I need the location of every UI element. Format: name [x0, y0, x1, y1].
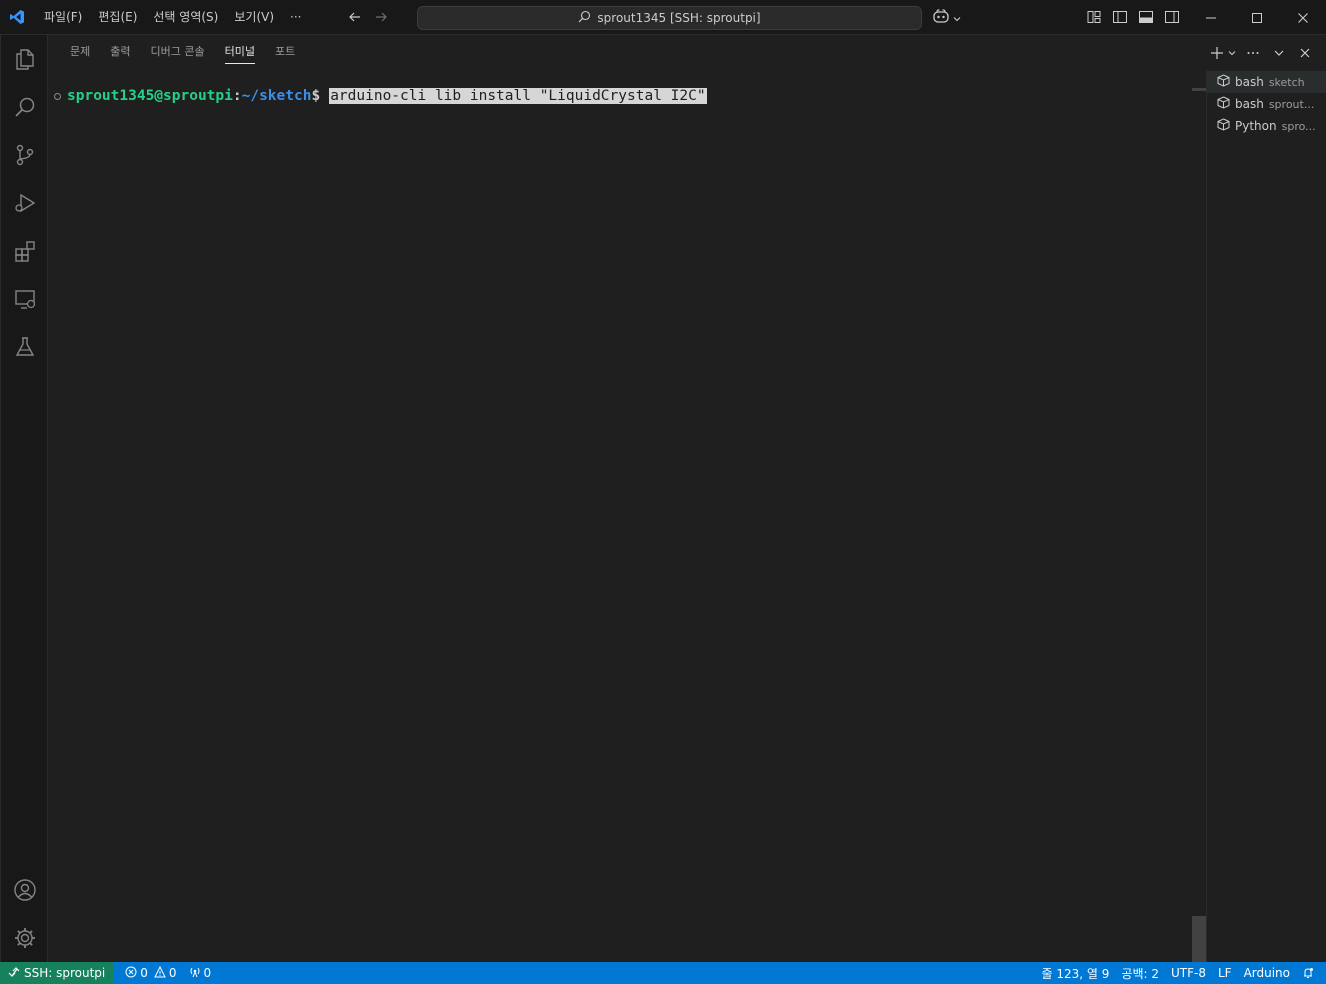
- terminal-tab-desc: sketch: [1268, 75, 1305, 89]
- close-window-icon[interactable]: [1280, 0, 1326, 35]
- error-icon: [125, 966, 137, 981]
- title-bar: 파일(F) 편집(E) 선택 영역(S) 보기(V) ··· sprout134…: [0, 0, 1326, 35]
- minimize-icon[interactable]: [1188, 0, 1234, 35]
- toggle-primary-sidebar-icon[interactable]: [1110, 7, 1130, 27]
- more-actions-icon[interactable]: [1242, 43, 1264, 63]
- command-center[interactable]: sprout1345 [SSH: sproutpi]: [417, 6, 922, 30]
- tab-debug-console[interactable]: 디버그 콘솔: [141, 35, 215, 70]
- tab-terminal[interactable]: 터미널: [215, 35, 265, 70]
- tab-output[interactable]: 출력: [100, 35, 140, 70]
- encoding[interactable]: UTF-8: [1165, 962, 1212, 984]
- terminal-tab-desc: spro...: [1281, 119, 1316, 133]
- navigation-arrows: [345, 7, 391, 27]
- terminal-cube-icon: [1217, 74, 1230, 90]
- indentation[interactable]: 공백: 2: [1115, 962, 1165, 984]
- panel-tabs: 문제 출력 디버그 콘솔 터미널 포트: [60, 35, 305, 70]
- status-right: 줄 123, 열 9 공백: 2 UTF-8 LF Arduino: [1036, 962, 1320, 984]
- toggle-panel-icon[interactable]: [1136, 7, 1156, 27]
- run-debug-icon[interactable]: [1, 179, 49, 227]
- terminal-tab-desc: sprout...: [1268, 97, 1315, 111]
- status-bar: SSH: sproutpi 0 0 0 줄 123, 열 9 공백: 2 UTF…: [0, 962, 1326, 984]
- cursor-position[interactable]: 줄 123, 열 9: [1036, 962, 1116, 984]
- chevron-down-icon: [952, 9, 962, 28]
- remote-icon: [8, 966, 20, 981]
- search-icon: [578, 10, 591, 26]
- terminal-tab-name: bash: [1235, 75, 1264, 89]
- testing-icon[interactable]: [1, 323, 49, 371]
- window-controls: [1188, 0, 1326, 35]
- manage-gear-icon[interactable]: [1, 914, 49, 962]
- scrollbar-thumb[interactable]: [1192, 916, 1206, 962]
- menu-view[interactable]: 보기(V): [226, 5, 282, 29]
- vscode-logo-icon: [0, 0, 34, 35]
- toggle-secondary-sidebar-icon[interactable]: [1162, 7, 1182, 27]
- end-of-line[interactable]: LF: [1212, 962, 1238, 984]
- menu-selection[interactable]: 선택 영역(S): [145, 5, 226, 29]
- extensions-icon[interactable]: [1, 227, 49, 275]
- terminal-tab-name: bash: [1235, 97, 1264, 111]
- notifications-bell-icon[interactable]: [1296, 962, 1320, 984]
- panel-actions: [1206, 43, 1316, 63]
- maximize-icon[interactable]: [1234, 0, 1280, 35]
- new-terminal-plus-icon[interactable]: [1206, 43, 1228, 63]
- error-count: 0: [140, 966, 148, 980]
- command-center-text: sprout1345 [SSH: sproutpi]: [597, 11, 761, 25]
- terminal-tab-name: Python: [1235, 119, 1277, 133]
- remote-indicator[interactable]: SSH: sproutpi: [0, 962, 114, 984]
- prompt-path: ~/sketch: [241, 88, 312, 104]
- prompt-colon: :: [232, 88, 242, 104]
- copilot-icon: [932, 8, 950, 28]
- forward-arrow-icon[interactable]: [371, 7, 391, 27]
- problems-status[interactable]: 0 0: [119, 962, 182, 984]
- layout-controls: [1084, 7, 1182, 27]
- terminal-cube-icon: [1217, 118, 1230, 134]
- warning-count: 0: [168, 966, 177, 980]
- ports-status[interactable]: 0: [183, 962, 218, 984]
- explorer-icon[interactable]: [1, 35, 49, 83]
- menu-bar: 파일(F) 편집(E) 선택 영역(S) 보기(V) ···: [36, 0, 309, 35]
- tab-problems[interactable]: 문제: [60, 35, 100, 70]
- command-decoration-icon[interactable]: [54, 92, 61, 100]
- customize-layout-icon[interactable]: [1084, 7, 1104, 27]
- menu-edit[interactable]: 편집(E): [90, 5, 145, 29]
- terminal-prompt-line: sprout1345@sproutpi: ~/sketch $ arduino-cli…: [54, 88, 707, 104]
- accounts-icon[interactable]: [1, 866, 49, 914]
- maximize-panel-chevron-icon[interactable]: [1268, 43, 1290, 63]
- terminal-cube-icon: [1217, 96, 1230, 112]
- terminal-tab-item[interactable]: bash sketch: [1207, 71, 1326, 93]
- activity-bar: [0, 35, 48, 962]
- terminal-scrollbar[interactable]: [1192, 88, 1206, 962]
- terminal-command: arduino-cli lib install "LiquidCrystal I…: [329, 88, 707, 104]
- language-mode[interactable]: Arduino: [1238, 962, 1296, 984]
- prompt-dollar: $: [311, 88, 321, 104]
- chevron-down-icon[interactable]: [1226, 43, 1238, 63]
- broadcast-icon: [189, 966, 201, 981]
- prompt-user-host: sprout1345@sproutpi: [67, 88, 233, 104]
- terminal-tab-item[interactable]: Python spro...: [1207, 115, 1326, 137]
- tab-ports[interactable]: 포트: [265, 35, 305, 70]
- remote-label: SSH: sproutpi: [24, 966, 106, 980]
- source-control-icon[interactable]: [1, 131, 49, 179]
- terminal-tabs-list: bash sketch bash sprout... Python spro..…: [1206, 71, 1326, 962]
- search-view-icon[interactable]: [1, 83, 49, 131]
- warning-icon: [154, 965, 166, 981]
- scrollbar-top-indicator: [1192, 88, 1206, 91]
- terminal-area[interactable]: sprout1345@sproutpi: ~/sketch $ arduino-cli…: [48, 85, 1192, 955]
- close-panel-icon[interactable]: [1294, 43, 1316, 63]
- panel: 문제 출력 디버그 콘솔 터미널 포트 sprout1345@sproutpi:…: [48, 35, 1326, 962]
- ports-count: 0: [203, 966, 212, 980]
- menu-file[interactable]: 파일(F): [36, 5, 90, 29]
- terminal-tab-item[interactable]: bash sprout...: [1207, 93, 1326, 115]
- remote-explorer-icon[interactable]: [1, 275, 49, 323]
- back-arrow-icon[interactable]: [345, 7, 365, 27]
- copilot-button[interactable]: [932, 8, 962, 28]
- menu-more[interactable]: ···: [282, 5, 309, 29]
